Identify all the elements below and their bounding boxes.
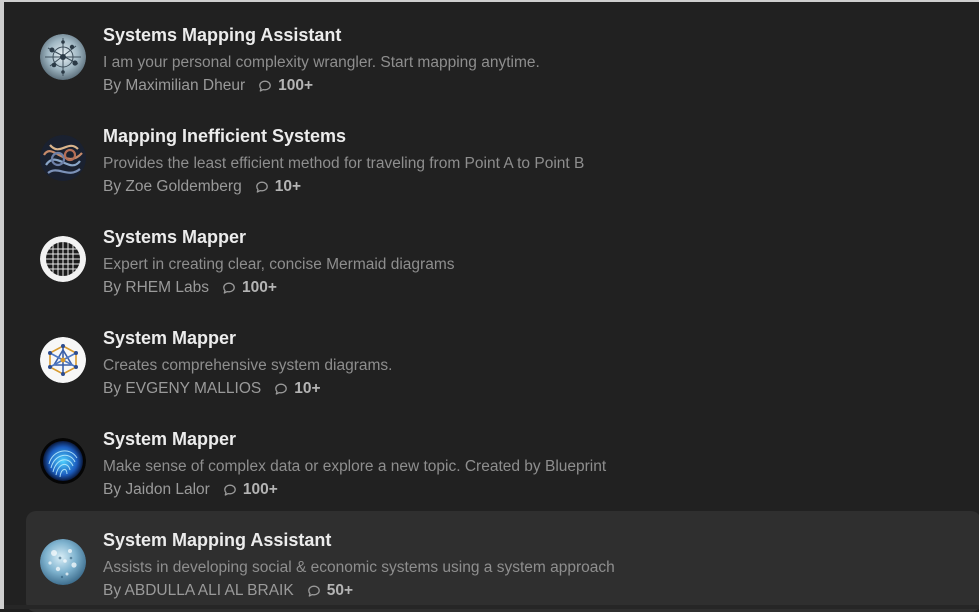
gpt-title: System Mapper [103, 328, 237, 348]
gpt-description: I am your personal complexity wrangler. … [103, 54, 540, 71]
gpt-meta: By Maximilian Dheur 100+ [103, 75, 971, 97]
gpt-description: Creates comprehensive system diagrams. [103, 357, 393, 374]
gpt-result-item[interactable]: System Mapper Make sense of complex data… [26, 410, 979, 511]
gpt-description: Expert in creating clear, concise Mermai… [103, 256, 455, 273]
gpt-author: By Zoe Goldemberg [103, 178, 242, 195]
blue-fingerprint-avatar [40, 438, 86, 484]
gpt-result-item[interactable]: Systems Mapping Assistant I am your pers… [26, 6, 979, 107]
gpt-meta: By Zoe Goldemberg 10+ [103, 176, 971, 198]
gpt-meta: By ABDULLA ALI AL BRAIK 50+ [103, 580, 971, 602]
gpt-result-item[interactable]: Systems Mapper Expert in creating clear,… [26, 208, 979, 309]
gpt-result-item[interactable]: Mapping Inefficient Systems Provides the… [26, 107, 979, 208]
conversation-count: 100+ [242, 481, 278, 498]
chat-bubble-icon [222, 482, 238, 498]
gpt-author: By EVGENY MALLIOS [103, 380, 262, 397]
grid-maze-avatar [40, 236, 86, 282]
conversation-count: 10+ [274, 178, 302, 195]
geometric-node-avatar [40, 337, 86, 383]
conversation-count: 10+ [294, 380, 321, 397]
gpt-description: Make sense of complex data or explore a … [103, 458, 607, 475]
gpt-title: Systems Mapping Assistant [103, 25, 342, 45]
gpt-author: By RHEM Labs [103, 279, 209, 296]
bokeh-globe-avatar [40, 539, 86, 585]
gpt-meta: By EVGENY MALLIOS 10+ [103, 378, 971, 400]
gpt-author: By Maximilian Dheur [103, 77, 246, 94]
gpt-description: Assists in developing social & economic … [103, 559, 615, 576]
gpt-title: Systems Mapper [103, 227, 247, 247]
gpt-result-item[interactable]: System Mapper Creates comprehensive syst… [26, 309, 979, 410]
network-globe-avatar [40, 34, 86, 80]
gpt-title: System Mapper [103, 429, 237, 449]
bottom-edge [4, 605, 979, 609]
conversation-count: 50+ [326, 582, 353, 599]
gpt-description: Provides the least efficient method for … [103, 155, 585, 172]
gpt-search-results-panel: Systems Mapping Assistant I am your pers… [0, 0, 979, 612]
chat-bubble-icon [221, 280, 237, 296]
conversation-count: 100+ [241, 279, 277, 296]
conversation-count: 100+ [278, 77, 314, 94]
gpt-result-item-highlighted[interactable]: System Mapping Assistant Assists in deve… [26, 511, 979, 612]
tangled-roads-avatar [40, 135, 86, 181]
gpt-title: Mapping Inefficient Systems [103, 126, 347, 146]
chat-bubble-icon [254, 179, 270, 195]
chat-bubble-icon [257, 78, 273, 94]
gpt-results-list: Systems Mapping Assistant I am your pers… [26, 6, 979, 612]
gpt-meta: By Jaidon Lalor 100+ [103, 479, 971, 501]
chat-bubble-icon [306, 583, 322, 599]
chat-bubble-icon [273, 381, 289, 397]
gpt-meta: By RHEM Labs 100+ [103, 277, 971, 299]
gpt-author: By ABDULLA ALI AL BRAIK [103, 582, 294, 599]
gpt-title: System Mapping Assistant [103, 530, 332, 550]
gpt-author: By Jaidon Lalor [103, 481, 210, 498]
